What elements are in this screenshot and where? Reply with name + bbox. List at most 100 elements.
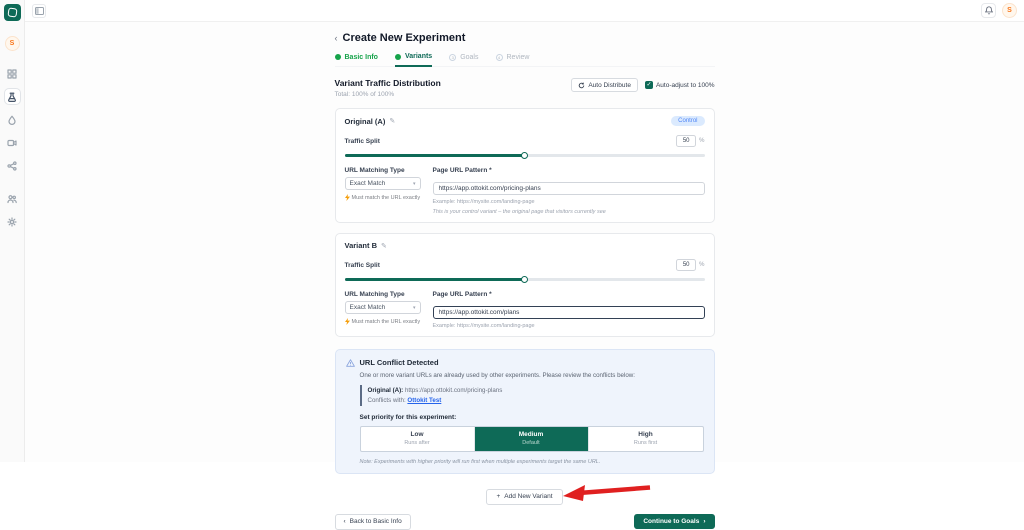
sidebar: S: [0, 0, 25, 462]
priority-segmented-control: Low Runs after Medium Default High Runs …: [359, 426, 704, 453]
variant-name: Original (A): [344, 116, 386, 126]
conflicting-experiment-link[interactable]: Ottokit Test: [407, 397, 441, 404]
slider-fill: [344, 154, 525, 157]
user-avatar[interactable]: S: [1002, 3, 1017, 18]
url-example-hint: Example: https://mysite.com/landing-page: [432, 323, 535, 329]
priority-option-low[interactable]: Low Runs after: [361, 427, 475, 452]
add-new-variant-button[interactable]: + Add New Variant: [486, 488, 563, 505]
link-nodes-icon: [7, 160, 17, 171]
priority-label: High: [638, 431, 653, 439]
checkbox-checked-icon[interactable]: ✓: [644, 81, 653, 89]
back-to-basic-info-button[interactable]: ‹ Back to Basic Info: [334, 513, 411, 530]
variant-card-original: Original (A) ✎ Control Traffic Split 50 …: [334, 108, 715, 223]
page-header: ‹ Create New Experiment: [335, 32, 715, 44]
chevron-down-icon: ▾: [412, 304, 416, 311]
sidebar-item-integrations[interactable]: [4, 157, 21, 174]
conflicts-with-label: Conflicts with:: [367, 396, 406, 404]
sidebar-item-settings[interactable]: [4, 213, 21, 230]
step-variants[interactable]: Variants: [394, 53, 433, 67]
distribution-titles: Variant Traffic Distribution Total: 100%…: [335, 78, 441, 98]
wizard-footer: ‹ Back to Basic Info Continue to Goals ›: [334, 513, 715, 530]
conflict-title: URL Conflict Detected: [359, 358, 439, 367]
priority-option-high[interactable]: High Runs first: [589, 427, 703, 451]
sidebar-item-recordings[interactable]: [4, 134, 21, 151]
slider-fill: [344, 278, 525, 281]
priority-sub: Default: [522, 440, 540, 447]
users-icon: [7, 194, 17, 203]
step-goals[interactable]: 3 Goals: [449, 53, 479, 66]
priority-label: Low: [410, 431, 424, 439]
traffic-split-slider[interactable]: [344, 151, 705, 159]
slider-handle[interactable]: [521, 275, 528, 283]
step-label: Review: [506, 53, 530, 61]
gear-icon: [7, 216, 17, 227]
priority-note: Note: Experiments with higher priority w…: [359, 459, 601, 466]
slider-handle[interactable]: [521, 151, 528, 159]
sidebar-item-dashboard[interactable]: [4, 65, 21, 82]
step-number-circle: 4: [495, 53, 503, 61]
traffic-split-slider[interactable]: [344, 275, 705, 283]
app-logo[interactable]: [3, 4, 21, 21]
auto-adjust-control[interactable]: ✓ Auto-adjust to 100%: [644, 81, 715, 89]
step-review[interactable]: 4 Review: [495, 53, 530, 66]
page-url-pattern-input[interactable]: [432, 306, 705, 319]
conflict-variant-label: Original (A):: [367, 387, 404, 394]
conflict-item: Original (A): https://app.ottokit.com/pr…: [359, 385, 704, 407]
lightning-warning-icon: [344, 318, 350, 325]
red-annotation-arrow: [562, 485, 650, 502]
sidebar-item-experiments[interactable]: [3, 88, 21, 105]
topbar: S: [25, 0, 1024, 22]
variant-card-b: Variant B ✎ Traffic Split 50 % URL Match…: [334, 233, 715, 337]
auto-distribute-button[interactable]: Auto Distribute: [571, 78, 638, 92]
select-value: Exact Match: [349, 304, 386, 311]
traffic-split-input[interactable]: 50: [676, 259, 697, 271]
back-chevron-icon[interactable]: ‹: [335, 33, 338, 43]
step-label: Basic Info: [344, 53, 378, 61]
app-logo-glyph: [6, 7, 18, 18]
page-url-pattern-input[interactable]: [432, 182, 705, 195]
url-matching-type-select[interactable]: Exact Match ▾: [344, 177, 421, 190]
step-complete-dot-icon: [334, 54, 341, 60]
conflict-description: One or more variant URLs are already use…: [359, 372, 635, 379]
url-example-hint: Example: https://mysite.com/landing-page: [432, 199, 535, 205]
forward-chevron-icon: ›: [703, 518, 706, 526]
droplet-icon: [8, 115, 16, 125]
plus-icon: +: [496, 493, 501, 501]
page-url-pattern-label: Page URL Pattern *: [432, 291, 492, 298]
traffic-split-label: Traffic Split: [344, 261, 380, 269]
priority-heading: Set priority for this experiment:: [359, 414, 457, 422]
step-label: Goals: [460, 53, 479, 61]
topbar-right: S: [981, 3, 1017, 18]
sidebar-item-team[interactable]: [4, 190, 21, 207]
sidebar-nav: [3, 65, 21, 230]
notifications-button[interactable]: [981, 3, 996, 18]
edit-pencil-icon[interactable]: ✎: [389, 117, 395, 125]
match-warning-text: Must match the URL exactly: [351, 194, 421, 201]
auto-distribute-label: Auto Distribute: [588, 81, 631, 89]
sidebar-item-engagement[interactable]: [4, 111, 21, 128]
variant-name: Variant B: [344, 241, 378, 250]
step-number-circle: 3: [449, 53, 457, 61]
page-title: Create New Experiment: [342, 32, 466, 44]
distribution-heading: Variant Traffic Distribution: [334, 78, 441, 88]
priority-sub: Runs after: [404, 440, 430, 447]
warning-triangle-icon: [345, 358, 355, 367]
page-url-pattern-label: Page URL Pattern *: [432, 167, 492, 174]
edit-pencil-icon[interactable]: ✎: [381, 242, 387, 250]
continue-button-label: Continue to Goals: [643, 518, 700, 526]
url-matching-type-label: URL Matching Type: [344, 291, 405, 298]
auto-adjust-label: Auto-adjust to 100%: [655, 81, 715, 89]
priority-label: Medium: [518, 431, 544, 439]
continue-to-goals-button[interactable]: Continue to Goals ›: [634, 514, 715, 530]
traffic-split-input[interactable]: 50: [676, 135, 697, 147]
percent-sign: %: [699, 138, 705, 144]
step-basic-info[interactable]: Basic Info: [334, 53, 378, 66]
url-matching-type-select[interactable]: Exact Match ▾: [344, 301, 421, 314]
refresh-icon: [579, 82, 585, 88]
back-button-label: Back to Basic Info: [349, 518, 402, 526]
distribution-controls: Auto Distribute ✓ Auto-adjust to 100%: [571, 78, 715, 92]
workspace-avatar[interactable]: S: [4, 36, 20, 51]
back-chevron-icon: ‹: [343, 518, 346, 526]
priority-option-medium[interactable]: Medium Default: [474, 427, 589, 452]
sidebar-toggle-button[interactable]: [32, 3, 46, 18]
